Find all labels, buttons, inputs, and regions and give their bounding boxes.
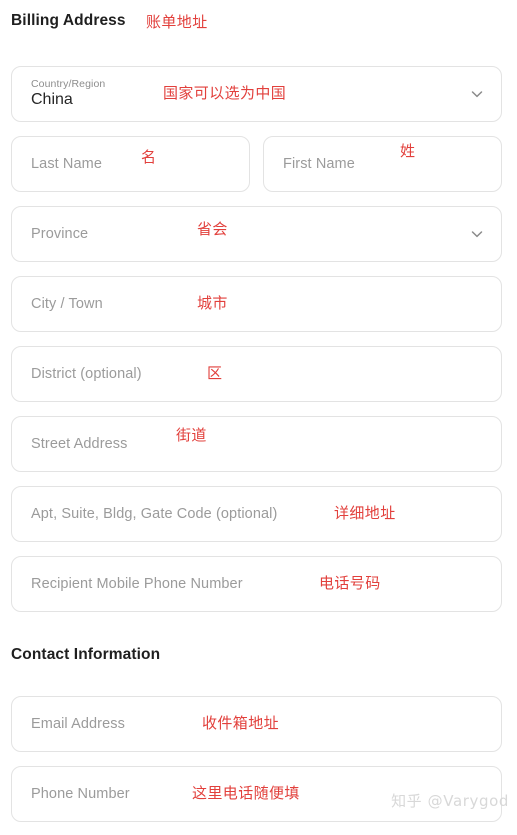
- annotation-first-name: 姓: [400, 142, 416, 160]
- annotation-street-address: 街道: [176, 426, 207, 444]
- checkout-address-form: Billing Address 账单地址 Country/Region Chin…: [0, 0, 517, 835]
- chevron-down-icon[interactable]: [469, 86, 485, 102]
- city-town-placeholder: City / Town: [31, 296, 103, 312]
- annotation-billing-address: 账单地址: [146, 13, 208, 31]
- province-placeholder: Province: [31, 226, 89, 242]
- apt-suite-placeholder: Apt, Suite, Bldg, Gate Code (optional): [31, 506, 278, 522]
- email-address-placeholder: Email Address: [31, 716, 125, 732]
- last-name-placeholder: Last Name: [31, 156, 103, 172]
- province-select[interactable]: Province: [11, 206, 502, 262]
- annotation-district: 区: [207, 364, 223, 382]
- annotation-apt-suite: 详细地址: [334, 504, 396, 522]
- annotation-province: 省会: [197, 220, 228, 238]
- billing-address-heading: Billing Address: [11, 12, 126, 29]
- district-input[interactable]: District (optional): [11, 346, 502, 402]
- phone-number-placeholder: Phone Number: [31, 786, 130, 802]
- country-region-value: China: [31, 91, 73, 109]
- annotation-phone-number: 这里电话随便填: [192, 784, 300, 802]
- country-region-stack: Country/Region China: [31, 78, 105, 109]
- last-name-input[interactable]: Last Name: [11, 136, 250, 192]
- country-region-label: Country/Region: [31, 78, 106, 91]
- annotation-last-name: 名: [141, 148, 157, 166]
- annotation-recipient-phone: 电话号码: [319, 574, 381, 592]
- street-address-placeholder: Street Address: [31, 436, 128, 452]
- first-name-input[interactable]: First Name: [263, 136, 502, 192]
- city-town-input[interactable]: City / Town: [11, 276, 502, 332]
- annotation-email-address: 收件箱地址: [202, 714, 280, 732]
- chevron-down-icon[interactable]: [469, 226, 485, 242]
- street-address-input[interactable]: Street Address: [11, 416, 502, 472]
- district-placeholder: District (optional): [31, 366, 142, 382]
- annotation-city: 城市: [197, 294, 228, 312]
- first-name-placeholder: First Name: [283, 156, 355, 172]
- recipient-phone-input[interactable]: Recipient Mobile Phone Number: [11, 556, 502, 612]
- apt-suite-input[interactable]: Apt, Suite, Bldg, Gate Code (optional): [11, 486, 502, 542]
- recipient-phone-placeholder: Recipient Mobile Phone Number: [31, 576, 243, 592]
- contact-information-heading: Contact Information: [11, 646, 161, 663]
- annotation-country-region: 国家可以选为中国: [163, 84, 287, 102]
